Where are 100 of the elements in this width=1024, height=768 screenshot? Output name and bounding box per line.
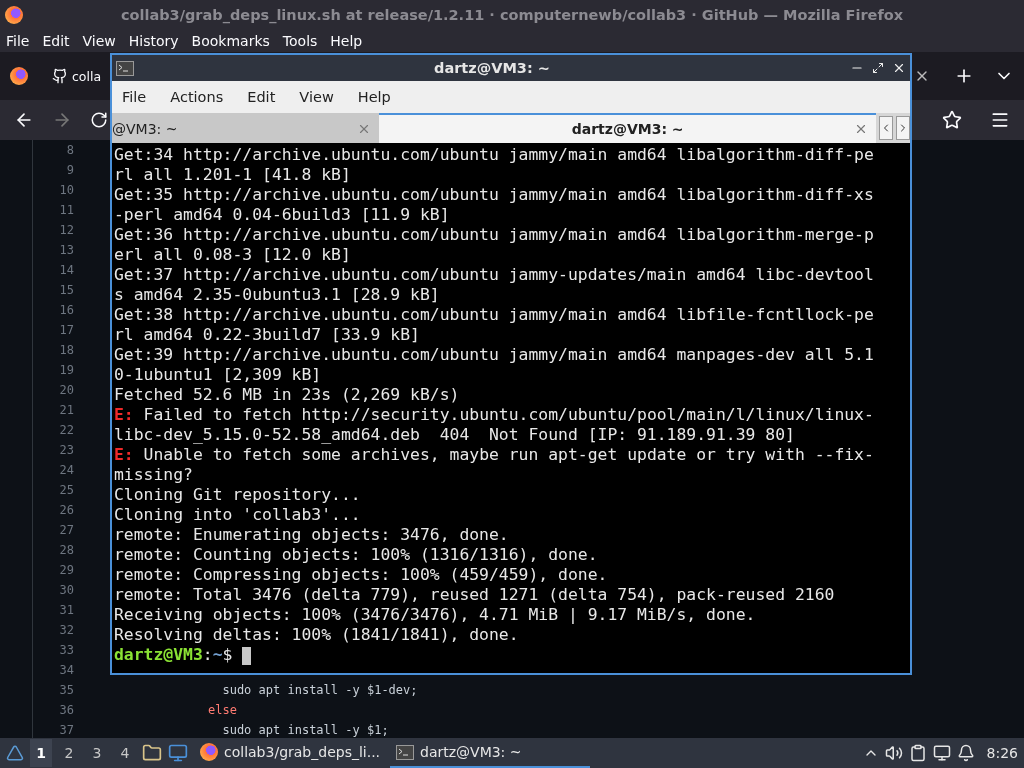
line-number: 28: [59, 542, 74, 559]
menu-item[interactable]: Help: [330, 33, 363, 49]
menu-item[interactable]: History: [128, 33, 179, 49]
window-title: dartz@VM3: ~: [433, 60, 551, 76]
line-number: 32: [59, 622, 74, 639]
line-number: 27: [59, 522, 74, 539]
reload-icon[interactable]: [90, 111, 108, 129]
code-line: sudo apt install -y $1-dev;: [221, 682, 418, 699]
line-number: 12: [59, 222, 74, 239]
terminal-tab[interactable]: dartz@VM3: ~: [379, 113, 876, 143]
close-icon[interactable]: [892, 61, 906, 75]
menu-item[interactable]: View: [82, 33, 116, 49]
terminal-icon: [116, 60, 134, 76]
terminal-line: E: Unable to fetch some archives, maybe run apt-get update or try with --fix-: [114, 445, 875, 465]
terminal-line: Get:39 http://archive.ubuntu.com/ubuntu jammy/main amd64 manpages-dev all 5.1: [114, 345, 875, 365]
menu-item[interactable]: Edit: [247, 89, 276, 105]
terminal-line: -perl amd64 0.04-6build3 [11.9 kB]: [114, 205, 451, 225]
terminal-line: Get:35 http://archive.ubuntu.com/ubuntu jammy/main amd64 libalgorithm-diff-xs: [114, 185, 875, 205]
menu-item[interactable]: Help: [357, 89, 391, 105]
line-number: 23: [59, 442, 74, 459]
terminal-line: rl amd64 0.22-3build7 [33.9 kB]: [114, 325, 421, 345]
line-number: 16: [59, 302, 74, 319]
terminal-line: remote: Enumerating objects: 3476, done.: [114, 525, 510, 545]
terminal-line: Fetched 52.6 MB in 23s (2,269 kB/s): [114, 385, 461, 405]
line-number: 14: [59, 262, 74, 279]
line-number: 17: [59, 322, 74, 339]
terminal-line: Cloning into 'collab3'...: [114, 505, 362, 525]
menu-item[interactable]: File: [122, 89, 147, 105]
firefox-icon: [5, 6, 23, 24]
line-number: 21: [59, 402, 74, 419]
volume-icon[interactable]: [884, 744, 903, 762]
line-number: 29: [59, 562, 74, 579]
code-line: sudo apt install -y $1;: [221, 722, 390, 738]
terminal-line: missing?: [114, 465, 194, 485]
terminal-line: Get:37 http://archive.ubuntu.com/ubuntu jammy-updates/main amd64 libc-devtool: [114, 265, 875, 285]
line-number: 8: [66, 142, 74, 159]
line-number: 15: [59, 282, 74, 299]
workspace-button[interactable]: 2: [58, 739, 80, 767]
workspace-button[interactable]: 1: [30, 739, 52, 767]
folder-icon[interactable]: [142, 743, 162, 763]
menu-icon[interactable]: [990, 110, 1010, 130]
menu-item[interactable]: Actions: [170, 89, 224, 105]
line-number: 11: [59, 202, 74, 219]
terminal-line: Resolving deltas: 100% (1841/1841), done.: [114, 625, 520, 645]
firefox-icon: [10, 67, 28, 85]
desktop-icon[interactable]: [168, 743, 188, 763]
line-number: 30: [59, 582, 74, 599]
workspace-button[interactable]: 4: [114, 739, 136, 767]
terminal-line: remote: Total 3476 (delta 779), reused 1271 (delta 754), pack-reused 2160: [114, 585, 836, 605]
line-number: 13: [59, 242, 74, 259]
menu-item[interactable]: Bookmarks: [191, 33, 270, 49]
window-title: collab3/grab_deps_linux.sh at release/1.2.11 · computernewb/collab3 · GitHub — Mozilla Firefox: [120, 7, 904, 23]
terminal-line: s amd64 2.35-0ubuntu3.1 [28.9 kB]: [114, 285, 441, 305]
terminal-line: libc-dev_5.15.0-52.58_amd64.deb 404 Not Found [IP: 91.189.91.39 80]: [114, 425, 796, 445]
line-number: 26: [59, 502, 74, 519]
terminal-line: Get:34 http://archive.ubuntu.com/ubuntu jammy/main amd64 libalgorithm-diff-pe: [114, 145, 875, 165]
line-number: 22: [59, 422, 74, 439]
terminal-line: Get:38 http://archive.ubuntu.com/ubuntu jammy/main amd64 libfile-fcntllock-pe: [114, 305, 875, 325]
menu-item[interactable]: View: [299, 89, 334, 105]
line-number: 25: [59, 482, 74, 499]
line-number: 24: [59, 462, 74, 479]
taskbar-task[interactable]: dartz@VM3: ~: [390, 738, 590, 768]
workspace-button[interactable]: 3: [86, 739, 108, 767]
line-number: 33: [59, 642, 74, 659]
code-line: else: [208, 702, 238, 719]
line-number: 9: [66, 162, 74, 179]
line-number: 19: [59, 362, 74, 379]
start-menu-icon[interactable]: [6, 744, 24, 762]
menu-item[interactable]: File: [6, 33, 30, 49]
scroll-right-button[interactable]: [896, 116, 910, 140]
github-icon: [52, 68, 68, 84]
line-number: 34: [59, 662, 74, 679]
maximize-icon[interactable]: [872, 62, 884, 74]
terminal-line: Cloning Git repository...: [114, 485, 362, 505]
notification-icon[interactable]: [956, 744, 975, 762]
firefox-icon: [200, 743, 218, 761]
shell-prompt: dartz@VM3:~$: [114, 645, 908, 665]
terminal-line: rl all 1.201-1 [41.8 kB]: [114, 165, 352, 185]
star-icon[interactable]: [942, 110, 962, 130]
line-number: 36: [59, 702, 74, 719]
scroll-left-button[interactable]: [879, 116, 893, 140]
terminal-line: remote: Counting objects: 100% (1316/1316), done.: [114, 545, 599, 565]
line-number: 10: [59, 182, 74, 199]
line-number: 18: [59, 342, 74, 359]
terminal-line: Receiving objects: 100% (3476/3476), 4.71 MiB | 9.17 MiB/s, done.: [114, 605, 757, 625]
terminal-line: remote: Compressing objects: 100% (459/459), done.: [114, 565, 609, 585]
taskbar-task[interactable]: collab3/grab_deps_li...: [194, 738, 384, 768]
terminal-line: E: Failed to fetch http://security.ubuntu.com/ubuntu/pool/main/l/linux/linux-: [114, 405, 875, 425]
clipboard-icon[interactable]: [908, 744, 927, 762]
line-number: 20: [59, 382, 74, 399]
clock: 8:26: [986, 745, 1018, 761]
menu-item[interactable]: Edit: [42, 33, 70, 49]
terminal-line: 0-1ubuntu1 [2,309 kB]: [114, 365, 323, 385]
menu-item[interactable]: Tools: [282, 33, 318, 49]
terminal-line: Get:36 http://archive.ubuntu.com/ubuntu jammy/main amd64 libalgorithm-merge-p: [114, 225, 875, 245]
line-number: 35: [59, 682, 74, 699]
browser-tab[interactable]: colla: [72, 68, 102, 84]
terminal-icon: [396, 744, 414, 760]
terminal-line: erl all 0.08-3 [12.0 kB]: [114, 245, 352, 265]
terminal-tab[interactable]: @VM3: ~: [112, 113, 380, 143]
